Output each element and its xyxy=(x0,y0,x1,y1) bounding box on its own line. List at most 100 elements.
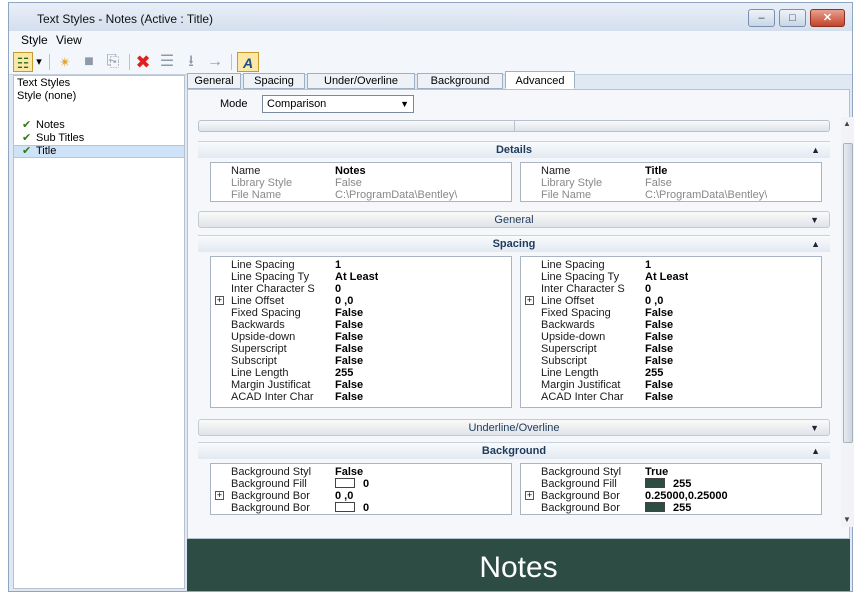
property-row[interactable]: Backwards False xyxy=(211,319,511,331)
property-row[interactable]: Superscript False xyxy=(211,343,511,355)
property-row[interactable]: Upside-down False xyxy=(211,331,511,343)
style-item-title[interactable]: ✔ Title xyxy=(14,145,184,158)
list-header[interactable]: Text Styles xyxy=(14,76,184,90)
tab-advanced[interactable]: Advanced xyxy=(505,71,575,89)
toolbar-separator xyxy=(129,54,130,70)
export-icon[interactable]: → xyxy=(205,52,225,72)
rename-icon[interactable]: ☰ xyxy=(157,52,177,72)
property-row[interactable]: Fixed Spacing False xyxy=(211,307,511,319)
property-row[interactable]: Fixed Spacing False xyxy=(521,307,821,319)
save-icon[interactable]: ■ xyxy=(79,52,99,72)
property-row[interactable]: Background Bor 0 xyxy=(211,502,511,514)
expand-plus-icon[interactable]: + xyxy=(525,296,534,305)
property-value-cell: At Least xyxy=(335,271,378,283)
section-background[interactable]: Background ▲ xyxy=(198,442,830,459)
vertical-scrollbar[interactable]: ▲ ▼ xyxy=(841,117,854,527)
property-row[interactable]: Line Length 255 xyxy=(211,367,511,379)
property-row[interactable]: Backwards False xyxy=(521,319,821,331)
expand-plus-icon[interactable]: + xyxy=(215,491,224,500)
style-none-item[interactable]: Style (none) xyxy=(14,90,184,103)
property-name: Superscript xyxy=(541,343,597,355)
property-value-cell: 0 xyxy=(335,478,369,490)
scroll-up-icon[interactable]: ▲ xyxy=(843,119,851,128)
section-details[interactable]: Details ▲ xyxy=(198,141,830,158)
property-value: 0 ,0 xyxy=(335,295,354,307)
title-bar[interactable]: Text Styles - Notes (Active : Title) – □… xyxy=(9,3,852,31)
dropdown-arrow-icon[interactable]: ▾ xyxy=(34,52,44,72)
property-value-cell: 0 xyxy=(645,283,651,295)
property-value-cell: False xyxy=(335,391,363,403)
property-row[interactable]: Background Bor 255 xyxy=(521,502,821,514)
property-name: Background Bor xyxy=(231,490,310,502)
property-row[interactable]: Library Style False xyxy=(211,177,511,189)
property-value-cell: False xyxy=(645,355,673,367)
property-row[interactable]: Subscript False xyxy=(211,355,511,367)
background-right-panel: Background Styl True Background Fill 255 + Ba… xyxy=(520,463,822,515)
property-row[interactable]: File Name C:\ProgramData\Bentley\ xyxy=(211,189,511,201)
import-icon[interactable]: ⭳ xyxy=(181,52,201,72)
comparison-splitter[interactable] xyxy=(198,120,830,132)
property-row[interactable]: Line Spacing Ty At Least xyxy=(211,271,511,283)
property-row[interactable]: Subscript False xyxy=(521,355,821,367)
tab-general[interactable]: General xyxy=(187,73,241,89)
property-row[interactable]: ACAD Inter Char False xyxy=(211,391,511,403)
menu-view[interactable]: View xyxy=(56,33,82,47)
expand-plus-icon[interactable]: + xyxy=(525,491,534,500)
property-row[interactable]: Superscript False xyxy=(521,343,821,355)
property-row[interactable]: File Name C:\ProgramData\Bentley\ xyxy=(521,189,821,201)
scroll-thumb[interactable] xyxy=(843,143,853,443)
property-row[interactable]: Library Style False xyxy=(521,177,821,189)
property-row[interactable]: Margin Justificat False xyxy=(521,379,821,391)
copy-icon[interactable]: ⎘ xyxy=(103,52,123,72)
property-row[interactable]: + Line Offset 0 ,0 xyxy=(211,295,511,307)
property-row[interactable]: + Background Bor 0 ,0 xyxy=(211,490,511,502)
tab-background[interactable]: Background xyxy=(417,73,503,89)
property-row[interactable]: + Line Offset 0 ,0 xyxy=(521,295,821,307)
property-row[interactable]: + Background Bor 0.25000,0.25000 xyxy=(521,490,821,502)
section-spacing[interactable]: Spacing ▲ xyxy=(198,235,830,252)
property-row[interactable]: Margin Justificat False xyxy=(211,379,511,391)
delete-icon[interactable]: ✖ xyxy=(133,52,153,72)
section-general[interactable]: General ▼ xyxy=(198,211,830,228)
property-name: Name xyxy=(541,165,571,177)
property-row[interactable]: Upside-down False xyxy=(521,331,821,343)
tab-under-overline[interactable]: Under/Overline xyxy=(307,73,415,89)
property-row[interactable]: Background Styl False xyxy=(211,466,511,478)
property-row[interactable]: Line Length 255 xyxy=(521,367,821,379)
section-underline-overline[interactable]: Underline/Overline ▼ xyxy=(198,419,830,436)
maximize-button[interactable]: □ xyxy=(779,9,806,27)
menu-style[interactable]: Style xyxy=(21,33,48,47)
style-item-notes[interactable]: ✔ Notes xyxy=(14,119,184,132)
collapse-icon: ▲ xyxy=(811,446,820,456)
property-row[interactable]: Name Title xyxy=(521,165,821,177)
property-row[interactable]: Inter Character S 0 xyxy=(211,283,511,295)
property-value-cell: At Least xyxy=(645,271,688,283)
property-row[interactable]: Background Styl True xyxy=(521,466,821,478)
section-title: Details xyxy=(495,144,533,156)
property-value-cell: 255 xyxy=(645,502,691,514)
minimize-button[interactable]: – xyxy=(748,9,775,27)
window-title: Text Styles - Notes (Active : Title) xyxy=(37,12,214,26)
property-value: False xyxy=(335,379,364,391)
style-item-subtitles[interactable]: ✔ Sub Titles xyxy=(14,132,184,145)
property-value: 0 xyxy=(363,502,370,514)
property-row[interactable]: Name Notes xyxy=(211,165,511,177)
find-text-icon[interactable]: A xyxy=(237,52,259,72)
property-name: Margin Justificat xyxy=(541,379,621,391)
scroll-down-icon[interactable]: ▼ xyxy=(843,515,851,524)
property-row[interactable]: Background Fill 0 xyxy=(211,478,511,490)
new-style-icon[interactable]: ✴ xyxy=(55,52,75,72)
property-value: False xyxy=(645,307,674,319)
property-row[interactable]: Line Spacing 1 xyxy=(521,259,821,271)
property-row[interactable]: Background Fill 255 xyxy=(521,478,821,490)
property-name: Fixed Spacing xyxy=(541,307,611,319)
property-row[interactable]: ACAD Inter Char False xyxy=(521,391,821,403)
property-row[interactable]: Line Spacing 1 xyxy=(211,259,511,271)
property-row[interactable]: Line Spacing Ty At Least xyxy=(521,271,821,283)
close-button[interactable]: ✕ xyxy=(810,9,845,27)
mode-select[interactable]: Comparison ▼ xyxy=(262,95,414,113)
hierarchy-view-icon[interactable]: ☷ xyxy=(13,52,33,72)
tab-spacing[interactable]: Spacing xyxy=(243,73,305,89)
expand-plus-icon[interactable]: + xyxy=(215,296,224,305)
property-row[interactable]: Inter Character S 0 xyxy=(521,283,821,295)
